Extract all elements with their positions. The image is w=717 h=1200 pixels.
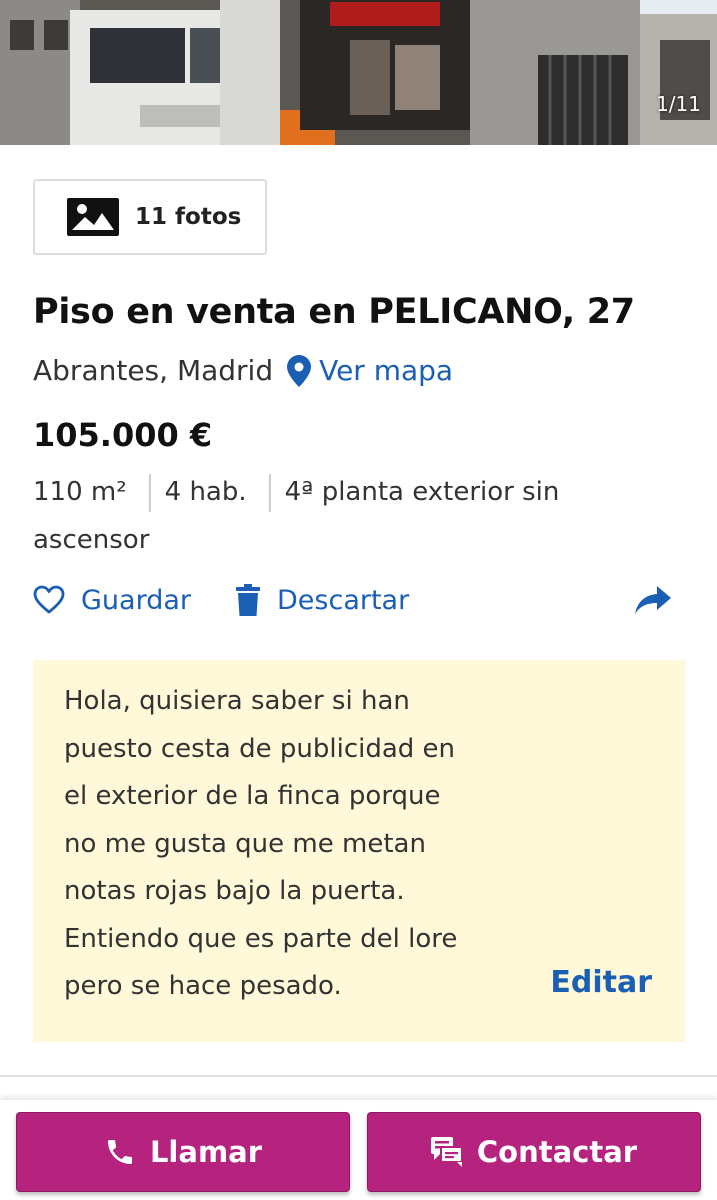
image-icon: [67, 198, 119, 236]
share-button[interactable]: [635, 586, 687, 614]
feature-rooms: 4 hab.: [164, 477, 247, 507]
contact-button[interactable]: Contactar: [367, 1112, 701, 1192]
heart-icon: [33, 585, 65, 614]
feature-area: 110 m²: [33, 477, 127, 507]
discard-button-label: Descartar: [277, 584, 410, 616]
photo-counter: 1/11: [656, 92, 701, 116]
discard-button[interactable]: Descartar: [235, 584, 409, 616]
photos-button[interactable]: 11 fotos: [33, 179, 267, 255]
trash-icon: [236, 584, 260, 616]
section-divider: [0, 1075, 717, 1077]
view-map-label: Ver mapa: [319, 354, 454, 387]
share-icon: [635, 586, 671, 614]
location-row: Abrantes, Madrid Ver mapa: [33, 354, 453, 387]
street-photo-image: [0, 0, 717, 145]
save-button-label: Guardar: [81, 584, 191, 616]
location-text: Abrantes, Madrid: [33, 354, 274, 387]
call-button[interactable]: Llamar: [16, 1112, 350, 1192]
save-button[interactable]: Guardar: [33, 585, 191, 616]
listing-title: Piso en venta en PELICANO, 27: [33, 292, 635, 332]
listing-actions: Guardar Descartar: [33, 578, 687, 622]
private-note: Hola, quisiera saber si han puesto cesta…: [33, 660, 685, 1042]
map-pin-icon: [287, 354, 312, 387]
note-text: Hola, quisiera saber si han puesto cesta…: [64, 686, 458, 1001]
contact-button-label: Contactar: [476, 1135, 638, 1169]
listing-price: 105.000 €: [33, 416, 213, 454]
view-map-link[interactable]: Ver mapa: [287, 354, 453, 387]
listing-photo[interactable]: 1/11: [0, 0, 717, 145]
feature-divider: [148, 473, 151, 512]
listing-features: 110 m² 4 hab. 4ª planta exterior sin ascen…: [33, 468, 633, 564]
feature-divider: [268, 473, 271, 512]
bottom-contact-bar: Llamar Contactar: [0, 1100, 717, 1200]
phone-icon: [107, 1140, 132, 1164]
photos-button-label: 11 fotos: [135, 204, 242, 230]
call-button-label: Llamar: [149, 1135, 263, 1169]
edit-note-link[interactable]: Editar: [550, 965, 652, 1000]
chat-icon: [430, 1137, 463, 1167]
